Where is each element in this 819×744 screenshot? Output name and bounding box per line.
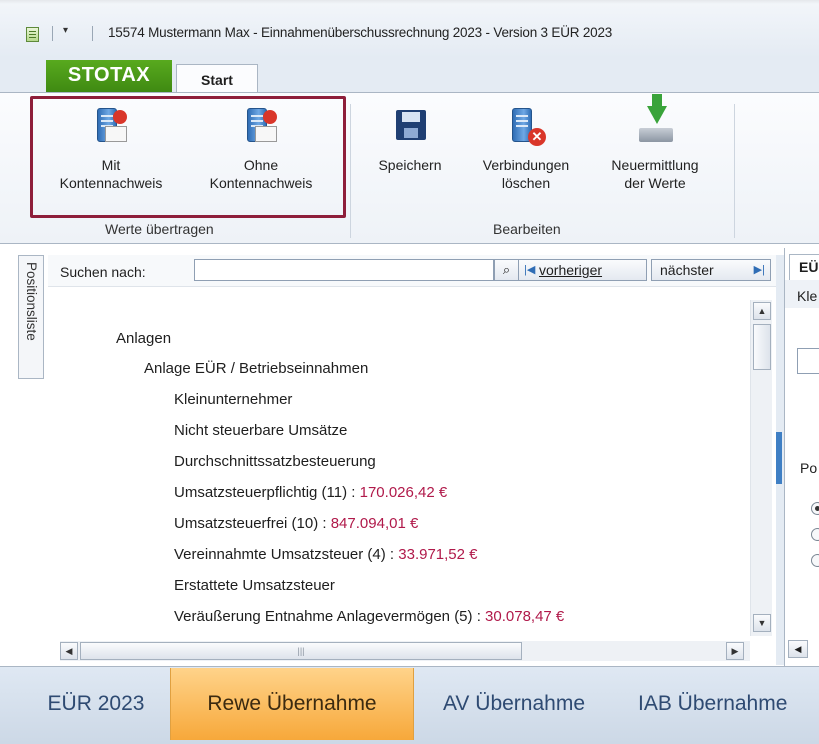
title-separator [52, 26, 53, 41]
tree-item-label: Veräußerung Entnahme Anlagevermögen (5) … [174, 608, 486, 625]
verbindungen-loeschen-button[interactable]: ✕ Verbindungen löschen [460, 106, 592, 192]
detail-radio-2[interactable] [811, 528, 819, 541]
detail-radio-3[interactable] [811, 554, 819, 567]
floppy-disk-icon [390, 106, 430, 150]
window-title: 15574 Mustermann Max - Einnahmenüberschu… [108, 25, 613, 40]
group-label-werte-uebertragen: Werte übertragen [105, 221, 214, 237]
horizontal-scroll-thumb[interactable]: ||| [80, 642, 522, 660]
search-label: Suchen nach: [60, 264, 146, 280]
quick-access-dropdown-icon[interactable]: ▾ [63, 25, 68, 36]
detail-subheader: Kle [785, 280, 819, 308]
next-label: nächster [660, 262, 714, 278]
splitter-handle[interactable] [776, 432, 782, 484]
tree-item-anlagen[interactable]: Anlagen [116, 330, 171, 347]
tree-item[interactable]: Durchschnittssatzbesteuerung [174, 453, 376, 470]
tree-item[interactable]: Erstattete Umsatzsteuer [174, 577, 335, 594]
tree-item-value: 170.026,42 € [359, 484, 448, 501]
detail-input[interactable] [797, 348, 819, 374]
previous-label: vorheriger [539, 262, 603, 278]
group-separator [734, 104, 735, 238]
tree-item[interactable]: Nicht steuerbare Umsätze [174, 422, 347, 439]
previous-arrow-icon: |◀ [524, 264, 536, 276]
tree-item[interactable]: Veräußerung Entnahme Anlagevermögen (5) … [174, 608, 564, 625]
group-separator [350, 104, 351, 238]
neuermittlung-der-werte-button[interactable]: Neuermittlung der Werte [592, 94, 718, 192]
scroll-left-icon[interactable]: ◀ [788, 640, 808, 658]
search-button[interactable]: ⌕ [494, 259, 519, 281]
button-label: der Werte [624, 175, 686, 191]
side-tab-label: Positionsliste [24, 262, 39, 341]
tab-start[interactable]: Start [176, 64, 258, 93]
application-window: ▾ 15574 Mustermann Max - Einnahmenübersc… [0, 0, 819, 744]
tree-item-label: Durchschnittssatzbesteuerung [174, 453, 376, 470]
scroll-up-icon[interactable]: ▲ [753, 302, 771, 320]
next-arrow-icon: ▶| [753, 264, 765, 276]
tree-item-label: Anlage EÜR / Betriebseinnahmen [144, 360, 369, 377]
horizontal-scrollbar[interactable]: ◀ ||| ▶ [60, 641, 750, 661]
tab-euer-detail[interactable]: EÜ [789, 254, 819, 280]
positionsliste-side-tab[interactable]: Positionsliste [18, 255, 44, 379]
tree-item[interactable]: Umsatzsteuerpflichtig (11) : 170.026,42 … [174, 484, 447, 501]
tab-av-uebernahme[interactable]: AV Übernahme [416, 668, 612, 740]
recalculate-download-icon [635, 94, 675, 150]
tree-item-value: 30.078,47 € [485, 608, 565, 625]
group-label-bearbeiten: Bearbeiten [493, 221, 561, 237]
button-label: Speichern [378, 157, 442, 173]
window-shadow [0, 0, 819, 4]
tree-item-label: Umsatzsteuerpflichtig (11) : [174, 484, 360, 501]
tree-item-label: Anlagen [116, 330, 172, 347]
tree-item-label: Nicht steuerbare Umsätze [174, 422, 348, 439]
tree-item-value: 847.094,01 € [330, 515, 419, 532]
magnifier-icon: ⌕ [502, 262, 511, 277]
tab-iab-uebernahme[interactable]: IAB Übernahme [620, 668, 819, 740]
speichern-button[interactable]: Speichern [362, 106, 458, 174]
title-bar: ▾ 15574 Mustermann Max - Einnahmenübersc… [0, 0, 819, 58]
app-icon[interactable] [26, 27, 39, 42]
scroll-right-icon[interactable]: ▶ [726, 642, 744, 660]
detail-label: Po [800, 460, 818, 476]
tab-euer-2023[interactable]: EÜR 2023 [26, 668, 166, 740]
positions-tree: Anlagen Anlage EÜR / Betriebseinnahmen K… [48, 296, 748, 636]
stotax-app-menu-tab[interactable]: STOTAX [46, 60, 172, 92]
tree-item-label: Vereinnahmte Umsatzsteuer (4) : [174, 546, 399, 563]
button-label: löschen [501, 175, 551, 191]
scroll-left-icon[interactable]: ◀ [60, 642, 78, 660]
tree-item[interactable]: Umsatzsteuerfrei (10) : 847.094,01 € [174, 515, 418, 532]
vertical-scrollbar[interactable]: ▲ ▼ [750, 300, 772, 636]
button-label: Neuermittlung [611, 157, 699, 173]
scroll-down-icon[interactable]: ▼ [753, 614, 771, 632]
vertical-scroll-thumb[interactable] [753, 324, 771, 370]
detail-radio-1[interactable] [811, 502, 819, 515]
tree-item-label: Umsatzsteuerfrei (10) : [174, 515, 331, 532]
search-input[interactable] [194, 259, 494, 281]
previous-match-button[interactable]: |◀ vorheriger [518, 259, 647, 281]
tree-item[interactable]: Vereinnahmte Umsatzsteuer (4) : 33.971,5… [174, 546, 478, 563]
next-match-button[interactable]: nächster ▶| [651, 259, 771, 281]
tree-item-anlage-euer[interactable]: Anlage EÜR / Betriebseinnahmen [144, 360, 368, 377]
detail-pane: EÜ Kle Po ◀ [784, 248, 819, 668]
button-label: Verbindungen [482, 157, 570, 173]
server-delete-icon: ✕ [506, 106, 546, 150]
tree-item-label: Erstattete Umsatzsteuer [174, 577, 335, 594]
tab-rewe-uebernahme[interactable]: Rewe Übernahme [170, 668, 414, 740]
tree-item-value: 33.971,52 € [398, 546, 478, 563]
tree-item[interactable]: Kleinunternehmer [174, 391, 292, 408]
tree-item-label: Kleinunternehmer [174, 391, 293, 408]
highlight-annotation-box [30, 96, 346, 218]
title-separator [92, 26, 93, 41]
